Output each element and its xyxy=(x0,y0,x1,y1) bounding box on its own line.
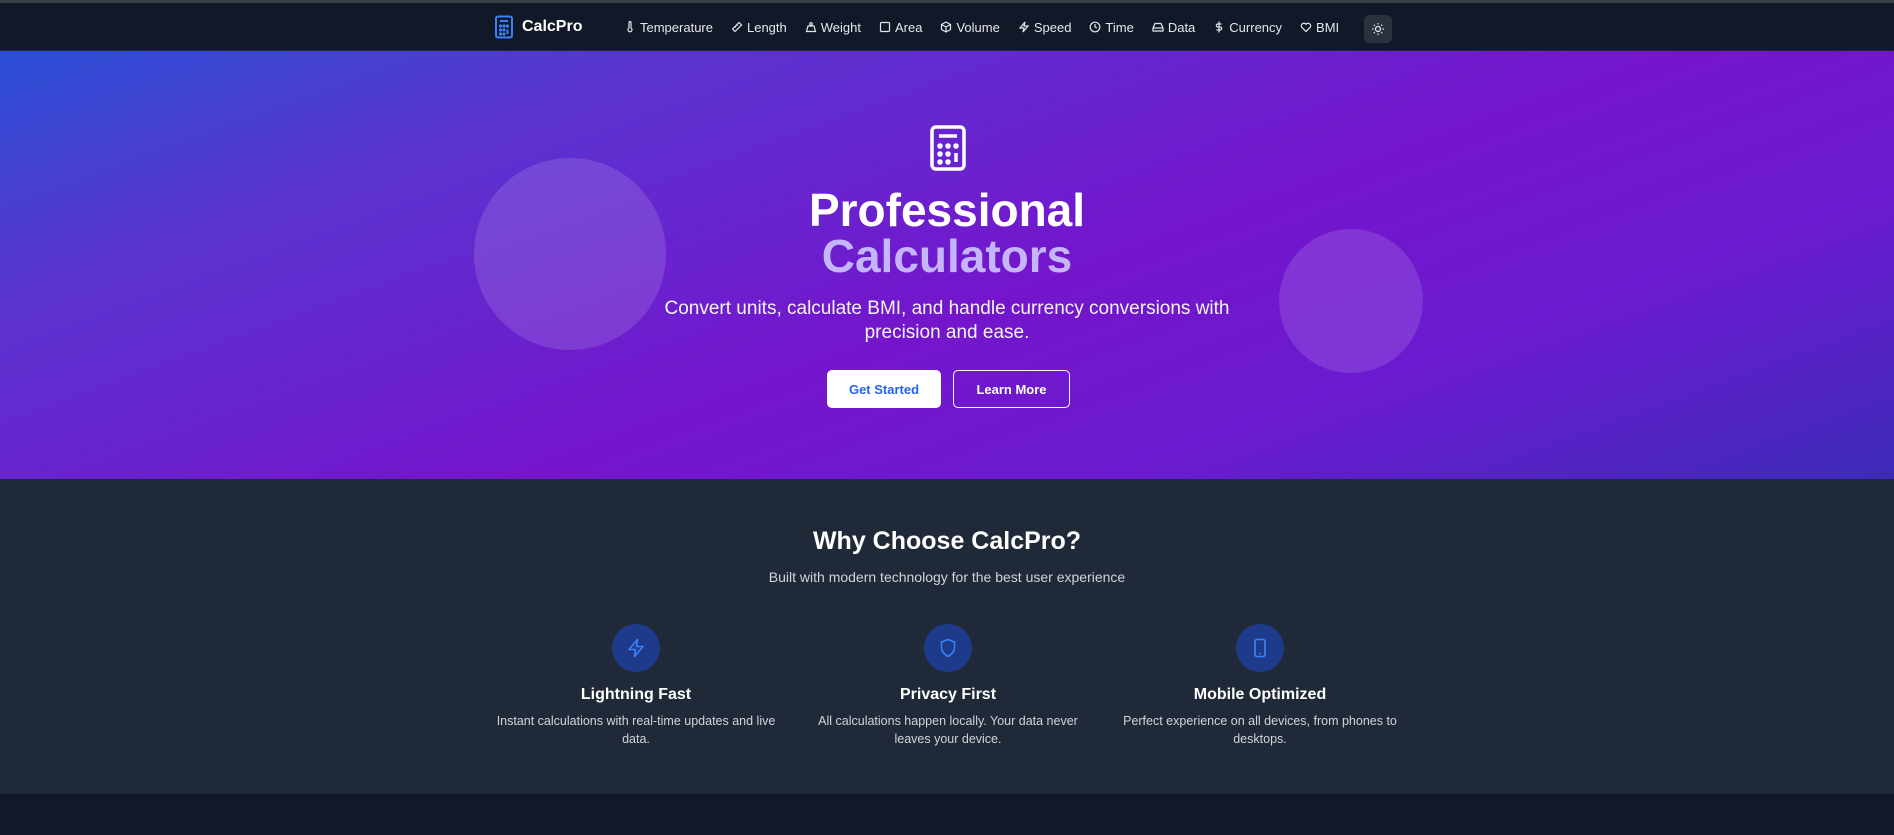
nav-item-label: Time xyxy=(1105,19,1134,35)
hero-subtitle: Convert units, calculate BMI, and handle… xyxy=(664,298,1230,343)
get-started-button[interactable]: Get Started xyxy=(827,370,941,408)
features-title: Why Choose CalcPro? xyxy=(812,527,1082,555)
calculator-icon xyxy=(494,15,514,39)
footer xyxy=(0,794,1894,835)
nav-item-label: Currency xyxy=(1229,19,1283,35)
nav-item-volume[interactable]: Volume xyxy=(940,19,1000,35)
feature-card-mobile-optimized: Mobile Optimized Perfect experience on a… xyxy=(1110,624,1410,748)
hero-section: Professional Calculators Convert units, … xyxy=(0,51,1894,479)
nav-item-label: Speed xyxy=(1033,19,1072,35)
clock-icon xyxy=(1090,21,1101,33)
feature-description: Instant calculations with real-time upda… xyxy=(496,714,776,746)
calculator-icon xyxy=(930,125,966,171)
main-nav: Temperature Length Weight Area Volume Sp… xyxy=(624,15,1339,39)
feature-icon-badge xyxy=(612,624,660,672)
hard-drive-icon xyxy=(1152,22,1164,32)
nav-item-currency[interactable]: Currency xyxy=(1213,20,1282,35)
heart-icon xyxy=(1300,22,1312,33)
nav-item-data[interactable]: Data xyxy=(1152,20,1195,35)
thermometer-icon xyxy=(627,21,633,33)
weight-icon xyxy=(805,22,817,33)
nav-item-label: Length xyxy=(746,19,787,35)
box-icon xyxy=(941,21,952,33)
nav-item-label: Data xyxy=(1167,19,1196,35)
smartphone-icon xyxy=(1254,638,1266,658)
shield-icon xyxy=(940,638,956,658)
brand-name: CalcPro xyxy=(522,18,583,35)
zap-icon xyxy=(1018,21,1030,33)
dollar-icon xyxy=(1216,21,1223,33)
feature-card-lightning-fast: Lightning Fast Instant calculations with… xyxy=(486,624,786,748)
features-section: Why Choose CalcPro? Built with modern te… xyxy=(0,479,1894,794)
nav-item-bmi[interactable]: BMI xyxy=(1300,20,1339,35)
nav-item-label: Temperature xyxy=(640,19,713,35)
feature-title: Lightning Fast xyxy=(580,686,692,703)
nav-item-speed[interactable]: Speed xyxy=(1018,19,1072,35)
feature-description: All calculations happen locally. Your da… xyxy=(818,714,1078,746)
feature-title: Mobile Optimized xyxy=(1193,686,1327,703)
hero-title: Professional xyxy=(808,184,1086,236)
feature-description: Perfect experience on all devices, from … xyxy=(1123,714,1397,746)
brand-link[interactable]: CalcPro xyxy=(494,15,582,39)
zap-icon xyxy=(628,638,644,658)
hero-title-highlight: Calculators xyxy=(821,230,1073,282)
ruler-icon xyxy=(731,21,743,33)
theme-toggle-button[interactable] xyxy=(1364,15,1392,43)
feature-title: Privacy First xyxy=(899,686,997,703)
features-subtitle: Built with modern technology for the bes… xyxy=(768,569,1126,585)
feature-icon-badge xyxy=(1236,624,1284,672)
sun-icon xyxy=(1372,23,1384,35)
navbar: CalcPro Temperature Length Weight Area V… xyxy=(0,3,1894,51)
nav-item-weight[interactable]: Weight xyxy=(805,20,861,35)
square-icon xyxy=(879,21,891,33)
nav-item-area[interactable]: Area xyxy=(879,20,922,35)
nav-item-label: BMI xyxy=(1316,19,1340,35)
nav-item-label: Weight xyxy=(820,19,861,35)
feature-icon-badge xyxy=(924,624,972,672)
nav-item-time[interactable]: Time xyxy=(1089,19,1134,35)
learn-more-button[interactable]: Learn More xyxy=(953,370,1070,408)
nav-item-length[interactable]: Length xyxy=(731,20,787,35)
feature-card-privacy-first: Privacy First All calculations happen lo… xyxy=(798,624,1098,748)
nav-item-label: Volume xyxy=(956,19,1000,35)
nav-item-temperature[interactable]: Temperature xyxy=(624,20,713,35)
nav-item-label: Area xyxy=(894,19,923,35)
